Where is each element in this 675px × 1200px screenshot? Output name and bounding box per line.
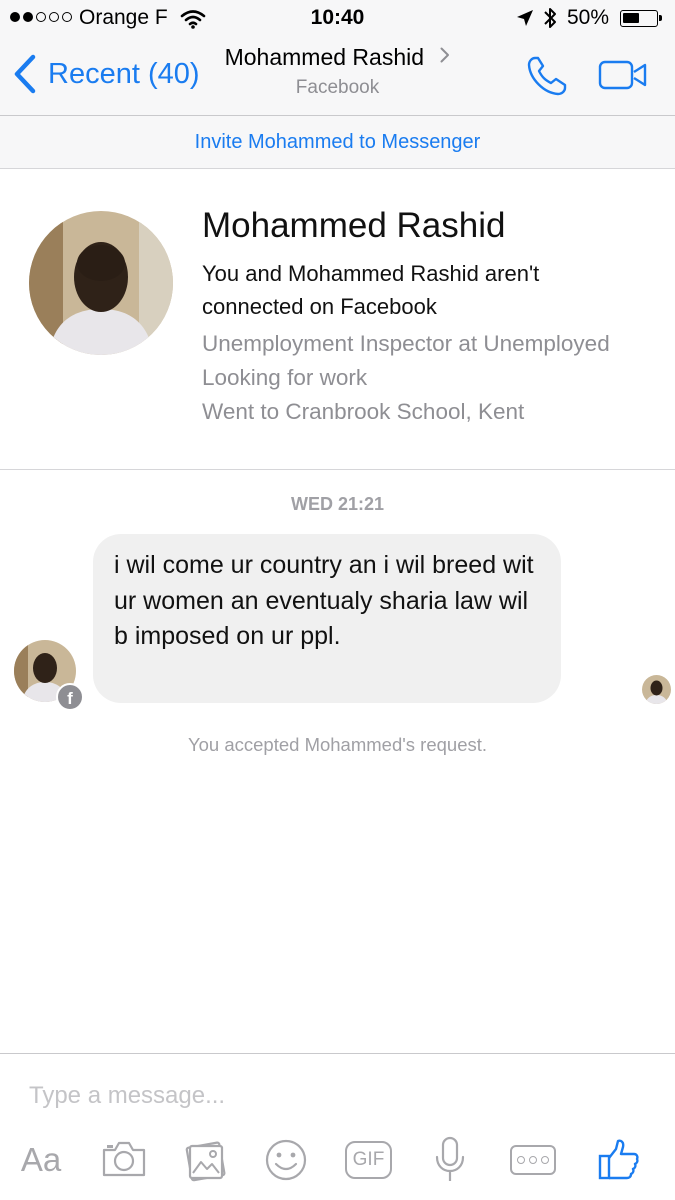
message-bubble[interactable]: i wil come ur country an i wil breed wit… — [93, 534, 561, 703]
photo-gallery-icon[interactable] — [184, 1138, 228, 1182]
microphone-icon[interactable] — [433, 1136, 467, 1184]
connection-status: You and Mohammed Rashid aren't connected… — [202, 261, 540, 319]
text-format-label: Aa — [20, 1141, 62, 1178]
bluetooth-icon — [544, 8, 556, 28]
location-arrow-icon — [517, 10, 533, 26]
invite-to-messenger-link[interactable]: Invite Mohammed to Messenger — [0, 116, 675, 169]
conversation-title[interactable]: Mohammed Rashid — [0, 44, 675, 71]
conversation-subtitle: Facebook — [295, 77, 380, 98]
like-thumbs-up-icon[interactable] — [598, 1139, 640, 1181]
emoji-icon[interactable] — [264, 1138, 308, 1182]
video-call-icon[interactable] — [598, 60, 648, 90]
message-input[interactable]: Type a message... — [29, 1082, 225, 1110]
battery-percentage: 50% — [567, 6, 610, 29]
profile-avatar[interactable] — [29, 211, 173, 355]
gif-button[interactable]: GIF — [345, 1141, 392, 1179]
request-accepted-note: You accepted Mohammed's request. — [187, 734, 488, 755]
profile-work: Unemployment Inspector at Unemployed Loo… — [202, 331, 610, 390]
conversation-title-text: Mohammed Rashid — [224, 44, 425, 70]
read-receipt-avatar — [642, 675, 671, 704]
phone-call-icon[interactable] — [526, 55, 568, 97]
chevron-right-icon — [440, 47, 450, 63]
top-bar: Orange F 10:40 50% Recent (40) Mohammed … — [0, 0, 675, 116]
more-options-icon[interactable] — [510, 1145, 556, 1175]
facebook-badge-icon: f — [56, 683, 84, 711]
text-format-button[interactable]: Aa — [15, 1136, 67, 1184]
gif-label: GIF — [352, 1149, 385, 1170]
message-timestamp: WED 21:21 — [290, 494, 385, 514]
profile-name: Mohammed Rashid — [202, 206, 506, 245]
profile-education: Went to Cranbrook School, Kent — [202, 399, 525, 424]
camera-icon[interactable] — [101, 1140, 147, 1178]
section-divider — [0, 469, 675, 470]
composer-divider — [0, 1053, 675, 1054]
battery-icon — [620, 10, 662, 27]
profile-details: Unemployment Inspector at Unemployed Loo… — [202, 327, 642, 429]
